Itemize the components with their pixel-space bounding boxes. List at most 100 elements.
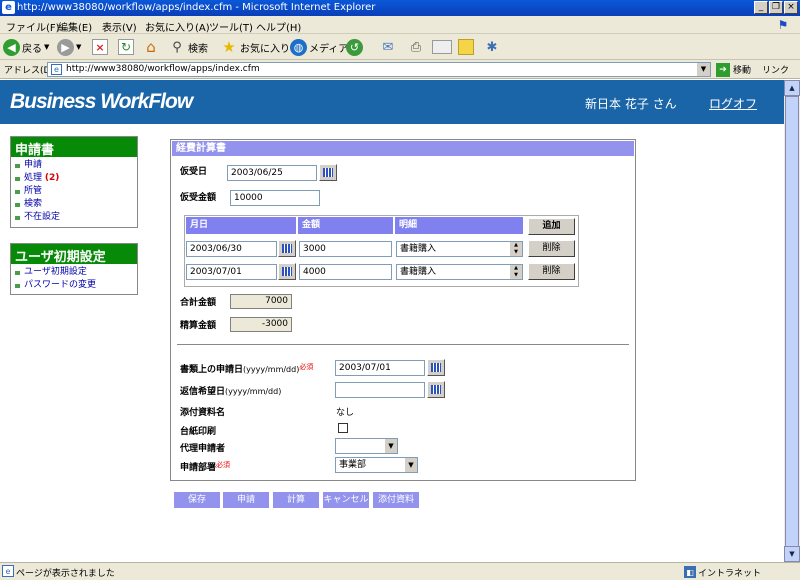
- sidebar-item-search[interactable]: 検索: [11, 198, 137, 211]
- total-value: 7000: [230, 294, 292, 309]
- go-label: 移動: [733, 66, 752, 76]
- dept-label: 申請部署必須: [180, 460, 230, 473]
- calendar-icon[interactable]: [278, 263, 296, 280]
- calculate-button[interactable]: 計算: [273, 492, 319, 508]
- sidebar-item-absence[interactable]: 不在設定: [11, 211, 137, 224]
- reply-date-label: 返信希望日(yyyy/mm/dd): [180, 384, 281, 397]
- vertical-scrollbar[interactable]: ▲ ▼: [784, 80, 800, 562]
- settlement-value: -3000: [230, 317, 292, 332]
- back-label: 戻る: [22, 43, 42, 55]
- edit-icon[interactable]: [432, 40, 452, 54]
- settlement-label: 精算金額: [180, 321, 217, 331]
- row1-date-input[interactable]: 2003/06/30: [186, 241, 277, 257]
- row2-date-input[interactable]: 2003/07/01: [186, 264, 277, 280]
- address-input[interactable]: e http://www38080/workflow/apps/index.cf…: [47, 62, 711, 77]
- discuss-icon[interactable]: [458, 39, 474, 55]
- reply-date-format-hint: (yyyy/mm/dd): [225, 387, 282, 396]
- sidebar-item-apply[interactable]: 申請: [11, 159, 137, 172]
- form-title: 経費計算書: [172, 141, 634, 156]
- messenger-icon[interactable]: ✱: [482, 38, 502, 56]
- calendar-icon[interactable]: [427, 381, 445, 398]
- attachment-value: なし: [336, 408, 355, 418]
- calendar-icon[interactable]: [319, 164, 337, 181]
- add-row-button[interactable]: 追加: [528, 218, 575, 235]
- doc-date-input[interactable]: 2003/07/01: [335, 360, 425, 376]
- sidebar-item-process[interactable]: 処理 (2): [11, 172, 137, 185]
- print-icon[interactable]: ⎙: [406, 39, 426, 55]
- windows-flag-icon: ⚑: [777, 18, 789, 32]
- submit-button[interactable]: 申請: [223, 492, 269, 508]
- row2-detail-input[interactable]: 書籍購入: [396, 264, 523, 280]
- proxy-applicant-select[interactable]: [335, 438, 398, 454]
- scroll-down-icon[interactable]: ▼: [784, 546, 800, 562]
- cancel-button[interactable]: キャンセル: [323, 492, 369, 508]
- status-bar: e ページが表示されました ◧ イントラネット: [0, 562, 800, 580]
- row1-amount-input[interactable]: 3000: [299, 241, 392, 257]
- row2-delete-button[interactable]: 削除: [528, 263, 575, 280]
- forward-button[interactable]: ▶ ▼: [57, 37, 81, 57]
- minimize-button[interactable]: _: [754, 1, 768, 14]
- row1-detail-input[interactable]: 書籍購入: [396, 241, 523, 257]
- close-button[interactable]: ×: [784, 1, 798, 14]
- search-button[interactable]: ⚲ 検索: [168, 37, 208, 57]
- pending-count-badge: (2): [44, 173, 60, 183]
- reply-date-input[interactable]: [335, 382, 425, 398]
- dept-select[interactable]: 事業部: [335, 457, 418, 473]
- calendar-icon[interactable]: [427, 359, 445, 376]
- go-button[interactable]: ➔ 移動: [716, 62, 751, 77]
- sidebar-item-user-settings[interactable]: ユーザ初期設定: [11, 266, 137, 279]
- sidebar-item-owner[interactable]: 所管: [11, 185, 137, 198]
- media-button[interactable]: ◍ メディア: [290, 37, 348, 57]
- scroll-thumb[interactable]: [785, 96, 799, 561]
- save-button[interactable]: 保存: [174, 492, 220, 508]
- home-icon[interactable]: ⌂: [142, 38, 160, 56]
- doc-date-format-hint: (yyyy/mm/dd): [243, 365, 300, 374]
- media-label: メディア: [309, 43, 349, 55]
- advance-amount-input[interactable]: 10000: [230, 190, 320, 206]
- calendar-icon[interactable]: [278, 240, 296, 257]
- proxy-applicant-label: 代理申請者: [180, 444, 226, 454]
- row2-amount-input[interactable]: 4000: [299, 264, 392, 280]
- links-button[interactable]: リンク: [762, 63, 789, 76]
- stop-icon[interactable]: ×: [92, 39, 108, 55]
- advance-date-input[interactable]: 2003/06/25: [227, 165, 317, 181]
- history-icon[interactable]: ↺: [346, 39, 363, 56]
- sidebar-applications: 申請書 申請 処理 (2) 所管 検索 不在設定: [10, 136, 138, 228]
- user-name: 新日本 花子 さん: [585, 97, 677, 111]
- menu-file[interactable]: ファイル(F): [6, 19, 60, 34]
- sidebar-user-settings-title: ユーザ初期設定: [11, 244, 137, 265]
- menu-tools[interactable]: ツール(T): [209, 19, 253, 34]
- print-mount-label: 台紙印刷: [180, 427, 217, 437]
- row1-delete-button[interactable]: 削除: [528, 240, 575, 257]
- chevron-down-icon: ▼: [76, 43, 82, 51]
- logout-link[interactable]: ログオフ: [709, 95, 757, 112]
- page-icon: e: [51, 64, 62, 75]
- dept-label-text: 申請部署: [180, 463, 217, 473]
- column-header-amount: 金額: [298, 217, 393, 234]
- refresh-icon[interactable]: ↻: [118, 39, 134, 55]
- menu-help[interactable]: ヘルプ(H): [256, 19, 301, 34]
- form-divider: [177, 344, 629, 346]
- attachments-button[interactable]: 添付資料: [373, 492, 419, 508]
- maximize-button[interactable]: ❐: [769, 1, 783, 14]
- menu-favorites[interactable]: お気に入り(A): [145, 19, 210, 34]
- ie-logo-icon: e: [2, 1, 15, 14]
- address-url: http://www38080/workflow/apps/index.cfm: [66, 64, 260, 74]
- menu-edit[interactable]: 編集(E): [58, 19, 92, 34]
- favorites-button[interactable]: ★ お気に入り: [220, 37, 290, 57]
- menu-view[interactable]: 表示(V): [102, 19, 137, 34]
- search-icon: ⚲: [172, 39, 182, 55]
- mail-icon[interactable]: ✉: [378, 39, 398, 55]
- total-label: 合計金額: [180, 298, 217, 308]
- intranet-icon: ◧: [684, 566, 696, 578]
- attachment-label: 添付資料名: [180, 408, 226, 418]
- address-dropdown-icon[interactable]: ▼: [697, 63, 710, 76]
- app-logo: Business WorkFlow: [10, 90, 193, 113]
- sidebar-item-password[interactable]: パスワードの変更: [11, 279, 137, 292]
- menu-bar: ファイル(F) 編集(E) 表示(V) お気に入り(A) ツール(T) ヘルプ(…: [0, 16, 800, 34]
- sidebar-applications-title: 申請書: [11, 137, 137, 158]
- print-mount-checkbox[interactable]: [338, 423, 348, 433]
- scroll-up-icon[interactable]: ▲: [784, 80, 800, 96]
- window-title-bar: e http://www38080/workflow/apps/index.cf…: [0, 0, 800, 16]
- back-button[interactable]: ◀ 戻る ▼: [3, 37, 49, 57]
